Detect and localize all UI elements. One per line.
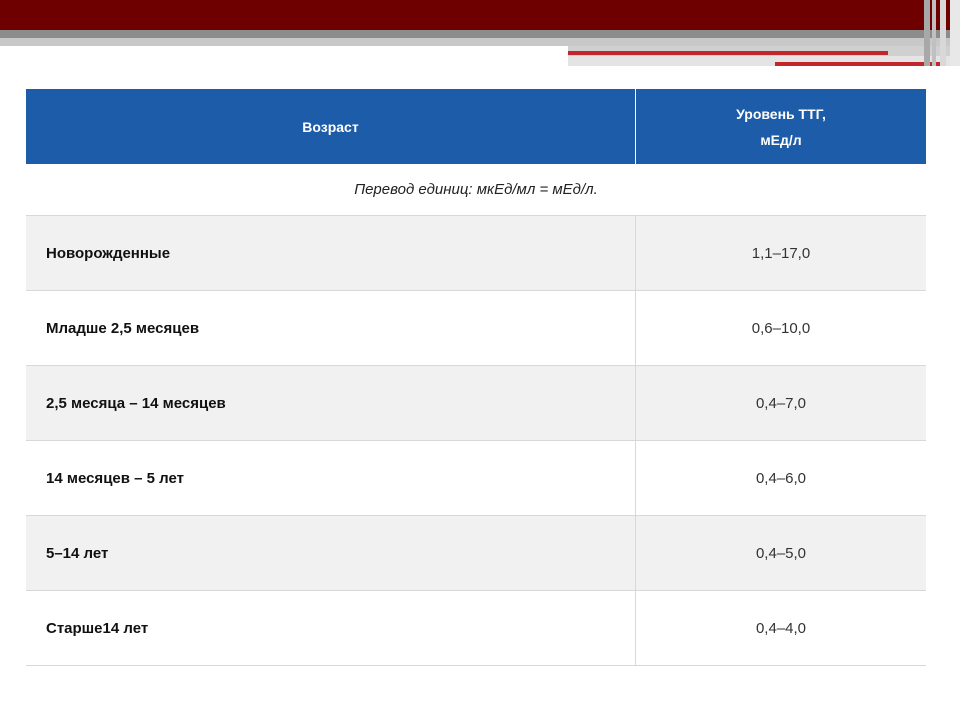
row-tsh-range: 0,4–4,0 <box>755 619 807 637</box>
table-row: Младше 2,5 месяцев 0,6–10,0 <box>26 290 926 365</box>
table-row: 2,5 месяца – 14 месяцев 0,4–7,0 <box>26 365 926 440</box>
banner-vertical-bar <box>924 0 930 66</box>
row-tsh-range: 0,4–6,0 <box>755 469 807 487</box>
banner-red-line-short <box>775 62 945 66</box>
tsh-norms-table: Возраст Уровень ТТГ, мЕд/л Перевод едини… <box>26 89 926 666</box>
banner-grey-stripe <box>0 30 960 38</box>
banner-red-line <box>568 51 888 55</box>
table-row: Новорожденные 1,1–17,0 <box>26 215 926 290</box>
table-row: 14 месяцев – 5 лет 0,4–6,0 <box>26 440 926 515</box>
row-age: 14 месяцев – 5 лет <box>26 441 636 515</box>
slide-top-banner <box>0 0 960 70</box>
unit-conversion-note: Перевод единиц: мкЕд/мл = мЕд/л. <box>26 164 926 215</box>
header-age: Возраст <box>26 89 636 164</box>
table-row: 5–14 лет 0,4–5,0 <box>26 515 926 590</box>
header-tsh-label: Уровень ТТГ, <box>736 105 826 122</box>
row-tsh-range: 0,4–5,0 <box>755 544 807 562</box>
banner-vertical-bar <box>950 0 960 66</box>
header-tsh-unit: мЕд/л <box>760 131 802 148</box>
row-age: Младше 2,5 месяцев <box>26 291 636 365</box>
table-row: Старше14 лет 0,4–4,0 <box>26 590 926 666</box>
row-tsh-range: 0,4–7,0 <box>755 394 807 412</box>
row-tsh-range: 1,1–17,0 <box>751 244 811 262</box>
banner-vertical-bar <box>940 0 946 66</box>
row-age: 2,5 месяца – 14 месяцев <box>26 366 636 440</box>
table-header-row: Возраст Уровень ТТГ, мЕд/л <box>26 89 926 164</box>
header-tsh-level: Уровень ТТГ, мЕд/л <box>636 89 926 164</box>
row-tsh-range: 0,6–10,0 <box>751 319 811 337</box>
row-age: Новорожденные <box>26 216 636 290</box>
banner-vertical-bar <box>932 0 936 66</box>
banner-light-stripe <box>0 38 960 46</box>
banner-dark-band <box>0 0 960 30</box>
row-age: Старше14 лет <box>26 591 636 665</box>
row-age: 5–14 лет <box>26 516 636 590</box>
